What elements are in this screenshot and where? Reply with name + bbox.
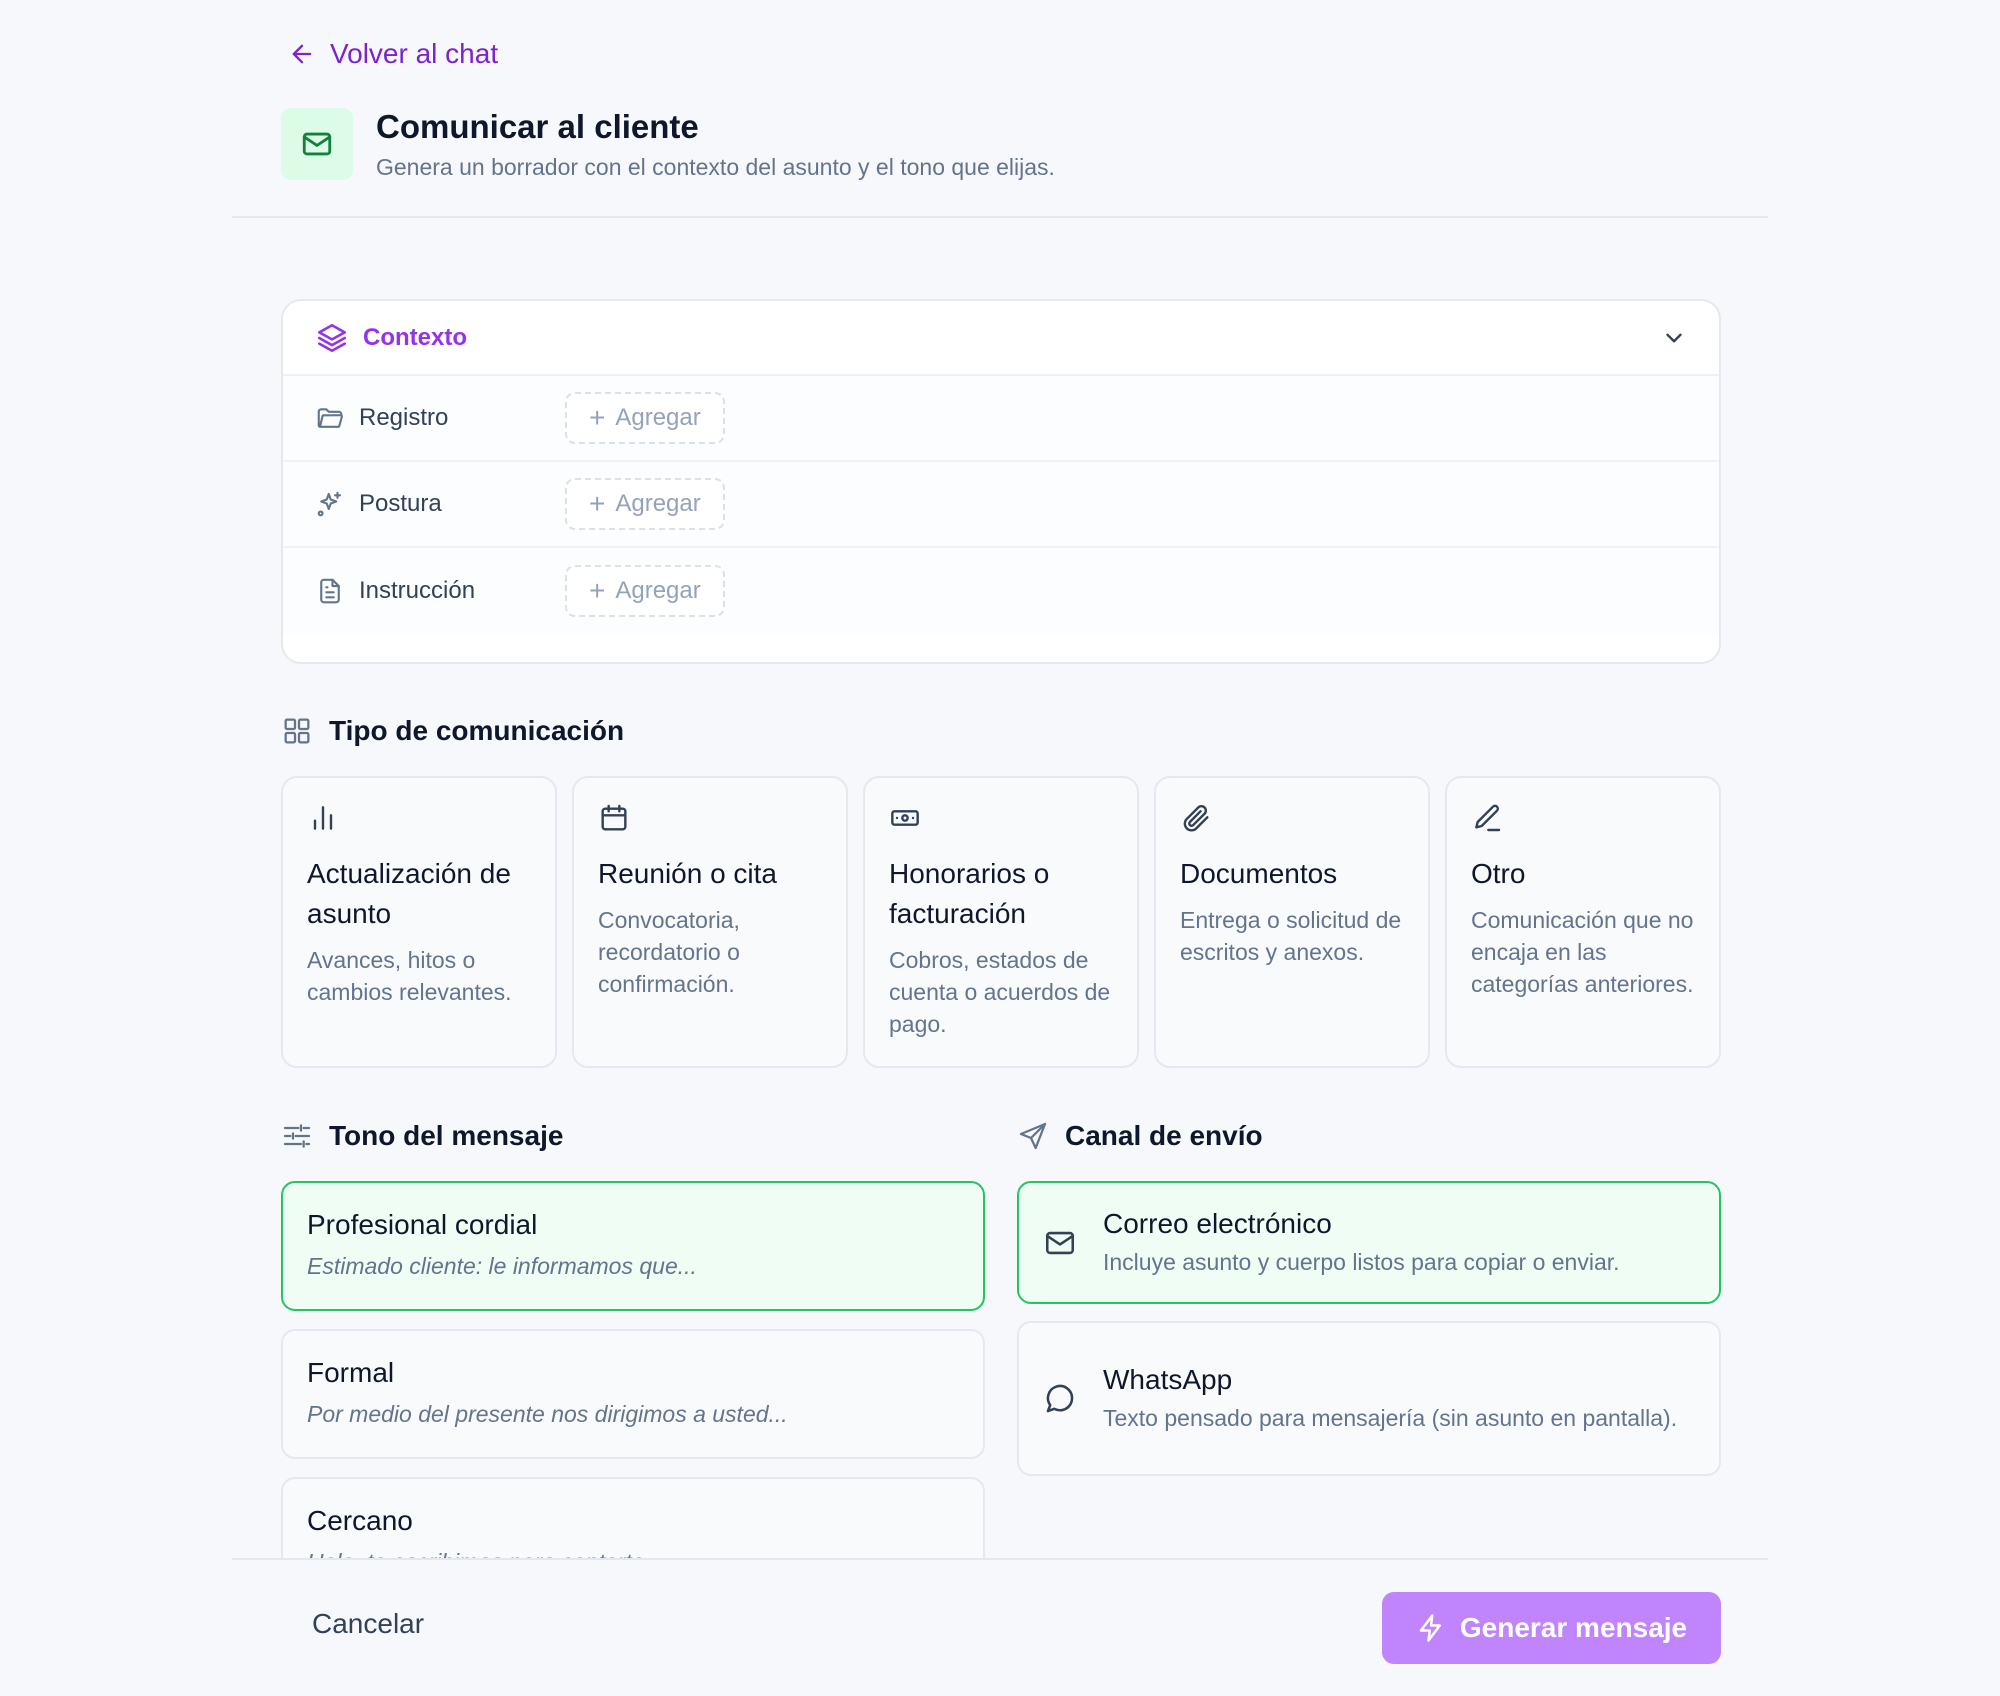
- type-card-desc: Avances, hitos o cambios relevantes.: [307, 947, 512, 1005]
- context-row-label: Registro: [359, 404, 449, 431]
- context-row-registro: Registro + Agregar: [283, 376, 1719, 462]
- type-card-desc: Entrega o solicitud de escritos y anexos…: [1180, 907, 1402, 965]
- arrow-left-icon: [292, 44, 312, 64]
- type-card-title: Documentos: [1180, 858, 1338, 889]
- page: Volver al chat Comunicar al cliente Gene…: [232, 0, 1768, 1696]
- tone-option-profesional-cordial[interactable]: Profesional cordial Estimado cliente: le…: [281, 1181, 985, 1311]
- type-card-desc: Comunicación que no encaja en las catego…: [1471, 907, 1694, 997]
- plus-icon: +: [589, 402, 606, 433]
- channel-option-desc: Texto pensado para mensajería (sin asunt…: [1103, 1404, 1678, 1431]
- context-toggle[interactable]: Contexto: [283, 301, 1719, 376]
- plus-icon: +: [589, 488, 606, 519]
- header-mail-badge: [281, 108, 353, 180]
- chat-bubble-icon: [1046, 1384, 1074, 1412]
- tone-option-title: Profesional cordial: [307, 1209, 538, 1240]
- mail-icon: [1045, 1231, 1075, 1254]
- add-label: Agregar: [615, 490, 701, 517]
- type-card-actualizacion[interactable]: Actualización de asunto Avances, hitos o…: [281, 776, 557, 1068]
- cancel-button[interactable]: Cancelar: [312, 1608, 424, 1640]
- plus-icon: +: [589, 575, 606, 606]
- sparkles-icon: [317, 491, 342, 517]
- comm-type-heading-label: Tipo de comunicación: [329, 715, 625, 746]
- type-card-title: Actualización de asunto: [307, 858, 511, 929]
- add-registro-button[interactable]: + Agregar: [565, 392, 725, 444]
- tone-option-formal[interactable]: Formal Por medio del presente nos dirigi…: [281, 1329, 985, 1459]
- channel-option-email[interactable]: Correo electrónico Incluye asunto y cuer…: [1017, 1181, 1721, 1304]
- channel-option-desc: Incluye asunto y cuerpo listos para copi…: [1103, 1248, 1620, 1275]
- footer-divider: [232, 1558, 1768, 1560]
- type-card-desc: Convocatoria, recordatorio o confirmació…: [598, 907, 740, 997]
- pencil-icon: [1475, 804, 1501, 832]
- type-card-desc: Cobros, estados de cuenta o acuerdos de …: [889, 947, 1111, 1037]
- channel-option-text: Correo electrónico Incluye asunto y cuer…: [1103, 1208, 1620, 1278]
- comm-type-heading: Tipo de comunicación: [281, 715, 624, 747]
- context-row-label: Postura: [359, 490, 442, 517]
- type-card-title: Reunión o cita: [598, 858, 778, 889]
- tone-option-desc: Estimado cliente: le informamos que...: [307, 1253, 697, 1279]
- options-scroll-area[interactable]: Profesional cordial Estimado cliente: le…: [232, 1100, 1768, 1558]
- tone-option-desc: Hola, te escribimos para contarte...: [307, 1549, 959, 1558]
- type-card-reunion[interactable]: Reunión o cita Convocatoria, recordatori…: [572, 776, 848, 1068]
- generate-label: Generar mensaje: [1459, 1612, 1688, 1643]
- paperclip-icon: [1183, 804, 1209, 832]
- header-divider: [232, 216, 1768, 218]
- channel-option-whatsapp[interactable]: WhatsApp Texto pensado para mensajería (…: [1017, 1321, 1721, 1476]
- bar-chart-icon: [313, 806, 333, 830]
- context-row-instruccion: Instrucción + Agregar: [283, 548, 1719, 634]
- type-card-title: Honorarios o facturación: [889, 858, 1050, 929]
- back-to-chat-link[interactable]: Volver al chat: [288, 38, 498, 70]
- layers-icon: [317, 323, 347, 352]
- lightning-icon: [1419, 1614, 1441, 1642]
- back-link-label: Volver al chat: [330, 38, 499, 69]
- document-icon: [320, 578, 340, 604]
- calendar-icon: [601, 804, 627, 831]
- page-subtitle: Genera un borrador con el contexto del a…: [376, 154, 1055, 180]
- banknote-icon: [891, 810, 919, 826]
- context-row-label: Instrucción: [359, 577, 476, 604]
- type-card-title: Otro: [1471, 858, 1526, 889]
- tone-option-desc: Por medio del presente nos dirigimos a u…: [307, 1401, 788, 1427]
- context-label: Contexto: [363, 323, 467, 351]
- tone-option-cercano[interactable]: Cercano Hola, te escribimos para contart…: [281, 1477, 985, 1558]
- page-title: Comunicar al cliente: [376, 108, 699, 145]
- type-card-honorarios[interactable]: Honorarios o facturación Cobros, estados…: [863, 776, 1139, 1068]
- add-instruccion-button[interactable]: + Agregar: [565, 565, 725, 617]
- grid-icon: [284, 718, 310, 744]
- channel-option-text: WhatsApp Texto pensado para mensajería (…: [1103, 1364, 1677, 1434]
- tone-option-title: Cercano: [307, 1505, 413, 1536]
- mail-icon: [302, 132, 332, 156]
- add-label: Agregar: [615, 404, 701, 431]
- context-panel: Contexto Registro + Agregar Postura + Ag…: [281, 299, 1721, 664]
- channel-option-title: Correo electrónico: [1103, 1207, 1332, 1239]
- generate-message-button[interactable]: Generar mensaje: [1382, 1592, 1721, 1664]
- context-row-postura: Postura + Agregar: [283, 462, 1719, 548]
- tone-option-title: Formal: [307, 1357, 395, 1388]
- type-card-documentos[interactable]: Documentos Entrega o solicitud de escrit…: [1154, 776, 1430, 1068]
- type-card-otro[interactable]: Otro Comunicación que no encaja en las c…: [1445, 776, 1721, 1068]
- channel-option-title: WhatsApp: [1103, 1363, 1233, 1395]
- add-label: Agregar: [615, 577, 701, 604]
- chevron-down-icon: [1666, 333, 1682, 342]
- folder-icon: [317, 408, 343, 428]
- add-postura-button[interactable]: + Agregar: [565, 478, 725, 530]
